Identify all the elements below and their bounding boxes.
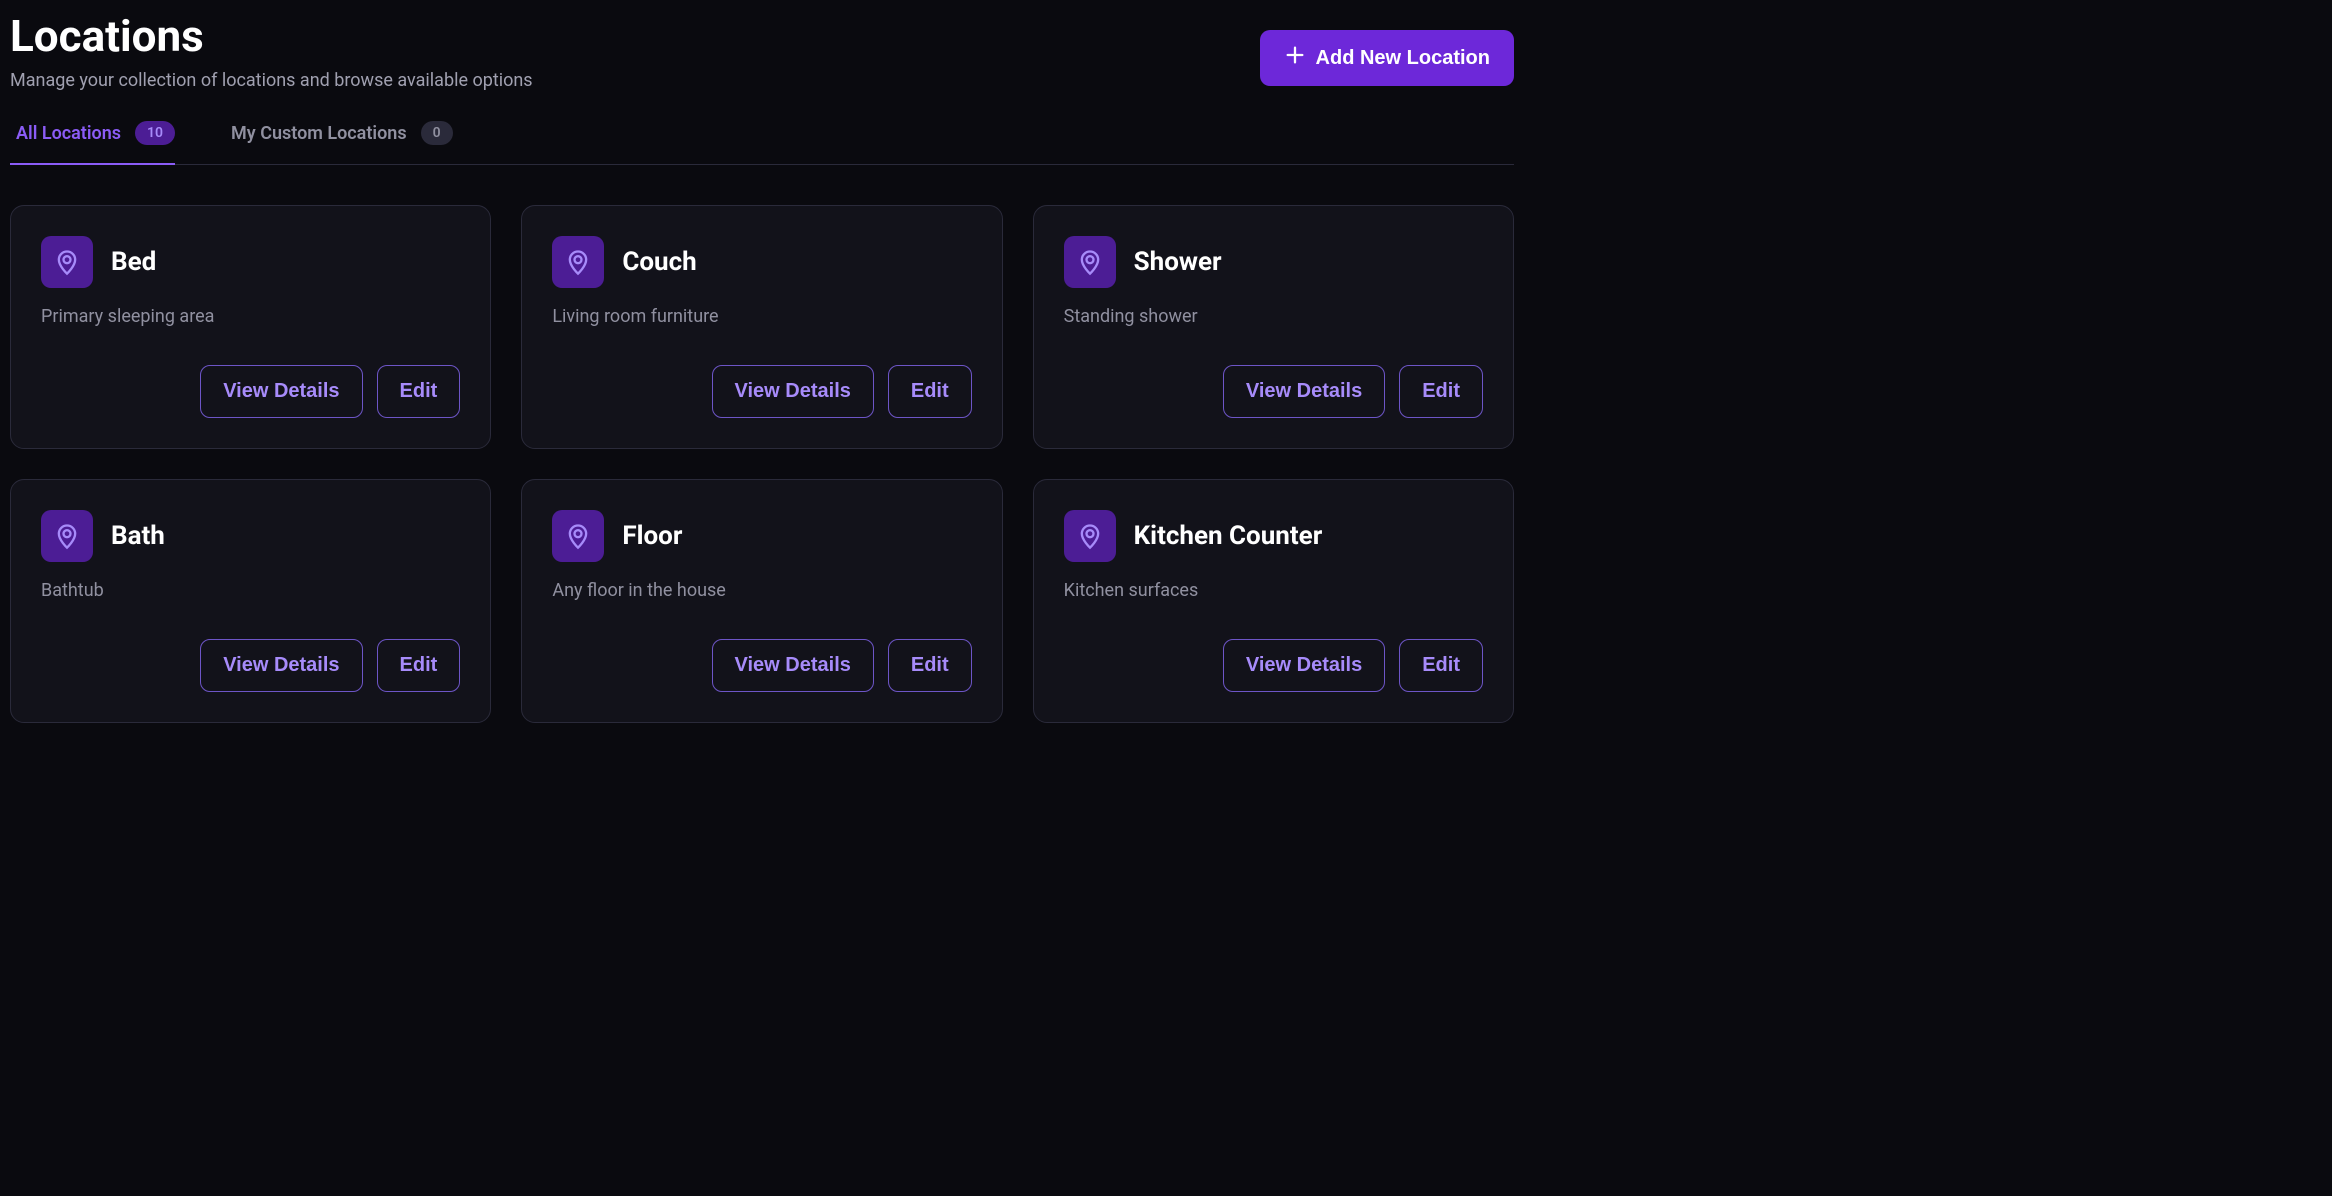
card-actions: View Details Edit (1064, 639, 1483, 692)
card-actions: View Details Edit (41, 365, 460, 418)
location-card: Couch Living room furniture View Details… (521, 205, 1002, 449)
page-subtitle: Manage your collection of locations and … (10, 70, 533, 91)
view-details-button[interactable]: View Details (200, 365, 362, 418)
card-header: Shower (1064, 236, 1483, 288)
map-pin-icon (1064, 510, 1116, 562)
card-title: Couch (622, 247, 696, 277)
card-description: Bathtub (41, 580, 460, 601)
view-details-button[interactable]: View Details (712, 365, 874, 418)
map-pin-icon (552, 236, 604, 288)
tab-label: My Custom Locations (231, 123, 407, 144)
card-description: Primary sleeping area (41, 306, 460, 327)
map-pin-icon (1064, 236, 1116, 288)
card-title: Floor (622, 521, 682, 551)
location-card: Shower Standing shower View Details Edit (1033, 205, 1514, 449)
view-details-button[interactable]: View Details (1223, 365, 1385, 418)
edit-button[interactable]: Edit (1399, 365, 1483, 418)
edit-button[interactable]: Edit (888, 365, 972, 418)
locations-grid: Bed Primary sleeping area View Details E… (10, 205, 1514, 723)
view-details-button[interactable]: View Details (200, 639, 362, 692)
card-description: Living room furniture (552, 306, 971, 327)
card-header: Floor (552, 510, 971, 562)
view-details-button[interactable]: View Details (1223, 639, 1385, 692)
location-card: Bath Bathtub View Details Edit (10, 479, 491, 723)
page-title: Locations (10, 10, 533, 62)
card-header: Couch (552, 236, 971, 288)
tab-my-custom-locations[interactable]: My Custom Locations 0 (225, 121, 453, 165)
card-actions: View Details Edit (552, 365, 971, 418)
card-actions: View Details Edit (1064, 365, 1483, 418)
card-actions: View Details Edit (41, 639, 460, 692)
edit-button[interactable]: Edit (888, 639, 972, 692)
card-title: Bed (111, 247, 156, 277)
edit-button[interactable]: Edit (377, 639, 461, 692)
map-pin-icon (41, 236, 93, 288)
add-button-label: Add New Location (1316, 47, 1490, 70)
location-card: Kitchen Counter Kitchen surfaces View De… (1033, 479, 1514, 723)
tabs-nav: All Locations 10 My Custom Locations 0 (10, 121, 1514, 165)
tab-count-badge: 0 (421, 121, 453, 145)
card-header: Bath (41, 510, 460, 562)
map-pin-icon (41, 510, 93, 562)
location-card: Bed Primary sleeping area View Details E… (10, 205, 491, 449)
location-card: Floor Any floor in the house View Detail… (521, 479, 1002, 723)
card-description: Any floor in the house (552, 580, 971, 601)
card-title: Kitchen Counter (1134, 521, 1323, 551)
add-new-location-button[interactable]: Add New Location (1260, 30, 1514, 86)
card-description: Standing shower (1064, 306, 1483, 327)
tab-all-locations[interactable]: All Locations 10 (10, 121, 175, 165)
card-actions: View Details Edit (552, 639, 971, 692)
edit-button[interactable]: Edit (1399, 639, 1483, 692)
card-header: Bed (41, 236, 460, 288)
plus-icon (1284, 44, 1306, 72)
card-title: Shower (1134, 247, 1222, 277)
tab-count-badge: 10 (135, 121, 175, 145)
view-details-button[interactable]: View Details (712, 639, 874, 692)
card-title: Bath (111, 521, 165, 551)
page-header: Locations Manage your collection of loca… (10, 10, 1514, 91)
card-header: Kitchen Counter (1064, 510, 1483, 562)
tab-label: All Locations (16, 123, 121, 144)
edit-button[interactable]: Edit (377, 365, 461, 418)
header-text-block: Locations Manage your collection of loca… (10, 10, 533, 91)
map-pin-icon (552, 510, 604, 562)
card-description: Kitchen surfaces (1064, 580, 1483, 601)
